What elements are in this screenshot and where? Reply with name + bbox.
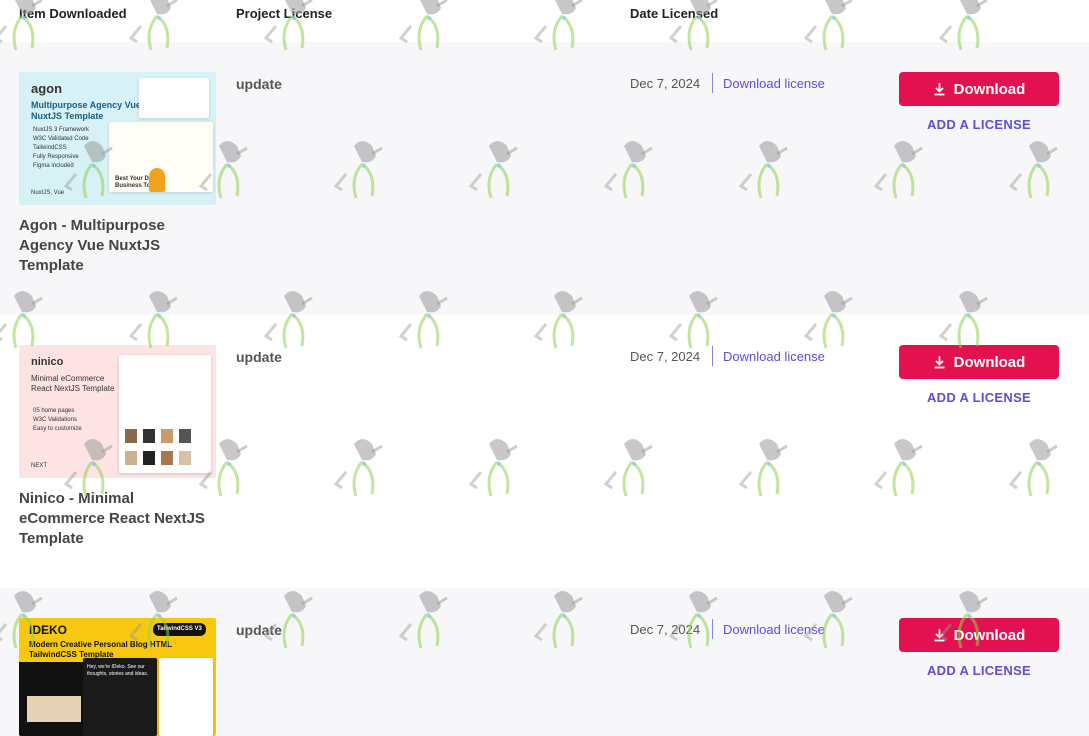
- thumb-screenshot-panel: [159, 658, 213, 736]
- thumb-bullet: TailwindCSS: [33, 145, 67, 151]
- thumb-heading: Modern Creative Personal Blog HTML Tailw…: [29, 640, 172, 659]
- thumb-brand: agon: [31, 81, 63, 96]
- license-type: update: [236, 622, 282, 638]
- thumb-product: [161, 429, 173, 443]
- thumb-bullet: Fully Responsive: [33, 154, 79, 160]
- thumb-intro: Hey, we're IDeko. See our thoughts, stor…: [87, 664, 149, 677]
- download-button-label: Download: [953, 80, 1026, 98]
- add-license-link[interactable]: ADD A LICENSE: [899, 390, 1059, 405]
- download-icon: [934, 356, 945, 369]
- thumb-product: [179, 451, 191, 465]
- license-date: Dec 7, 2024: [630, 76, 701, 91]
- divider: [712, 346, 713, 366]
- license-type: update: [236, 349, 282, 365]
- license-type: update: [236, 76, 282, 92]
- thumb-heading: Multipurpose Agency Vue NuxtJS Template: [31, 100, 141, 121]
- thumb-bullet: W3C Validations: [33, 417, 77, 423]
- thumb-bullet: Easy to customize: [33, 426, 82, 432]
- item-title[interactable]: Ninico - Minimal eCommerce React NextJS …: [19, 489, 209, 549]
- license-date: Dec 7, 2024: [630, 622, 701, 637]
- thumb-product: [125, 429, 137, 443]
- download-button-label: Download: [953, 353, 1026, 371]
- thumb-bullet: W3C Validated Code: [33, 136, 89, 142]
- thumb-heading: Minimal eCommerce React NextJS Template: [31, 374, 115, 393]
- header-item-downloaded: Item Downloaded: [19, 6, 127, 21]
- divider: [712, 73, 713, 93]
- table-row: ninico Minimal eCommerce React NextJS Te…: [0, 315, 1089, 588]
- download-license-link[interactable]: Download license: [723, 76, 825, 91]
- header-date-licensed: Date Licensed: [630, 6, 719, 21]
- add-license-link[interactable]: ADD A LICENSE: [899, 117, 1059, 132]
- item-thumbnail[interactable]: agon Multipurpose Agency Vue NuxtJS Temp…: [19, 72, 216, 205]
- table-row: agon Multipurpose Agency Vue NuxtJS Temp…: [0, 42, 1089, 315]
- thumb-product: [125, 451, 137, 465]
- download-license-link[interactable]: Download license: [723, 349, 825, 364]
- license-date: Dec 7, 2024: [630, 349, 701, 364]
- table-row: IDEKO TailwindCSS V3 Modern Creative Per…: [0, 588, 1089, 736]
- table-header: Item Downloaded Project License Date Lic…: [0, 0, 1089, 42]
- thumb-product: [143, 429, 155, 443]
- download-button[interactable]: Download: [899, 72, 1059, 106]
- download-button-label: Download: [953, 626, 1026, 644]
- thumb-product: [179, 429, 191, 443]
- item-title[interactable]: Agon - Multipurpose Agency Vue NuxtJS Te…: [19, 216, 209, 276]
- thumb-product: [143, 451, 155, 465]
- thumb-footer: NuxtJS, Vue: [31, 190, 65, 196]
- header-project-license: Project License: [236, 6, 333, 21]
- thumb-bullet: 05 home pages: [33, 408, 75, 414]
- thumb-screenshot-panel: [139, 78, 209, 118]
- thumb-person-figure: [149, 168, 165, 192]
- item-thumbnail[interactable]: IDEKO TailwindCSS V3 Modern Creative Per…: [19, 618, 216, 736]
- add-license-link[interactable]: ADD A LICENSE: [899, 663, 1059, 678]
- thumb-photo: [27, 696, 81, 722]
- download-button[interactable]: Download: [899, 345, 1059, 379]
- thumb-bullet: NuxtJS 3 Framework: [33, 127, 90, 133]
- thumb-brand: ninico: [31, 356, 64, 368]
- thumb-badge: TailwindCSS V3: [153, 623, 206, 636]
- thumb-footer: NEXT: [31, 463, 48, 469]
- download-icon: [934, 83, 945, 96]
- thumb-bullet: Figma included: [33, 163, 74, 169]
- divider: [712, 619, 713, 639]
- thumb-brand: IDEKO: [29, 623, 68, 637]
- download-license-link[interactable]: Download license: [723, 622, 825, 637]
- thumb-product: [161, 451, 173, 465]
- download-icon: [934, 629, 945, 642]
- download-button[interactable]: Download: [899, 618, 1059, 652]
- item-thumbnail[interactable]: ninico Minimal eCommerce React NextJS Te…: [19, 345, 216, 478]
